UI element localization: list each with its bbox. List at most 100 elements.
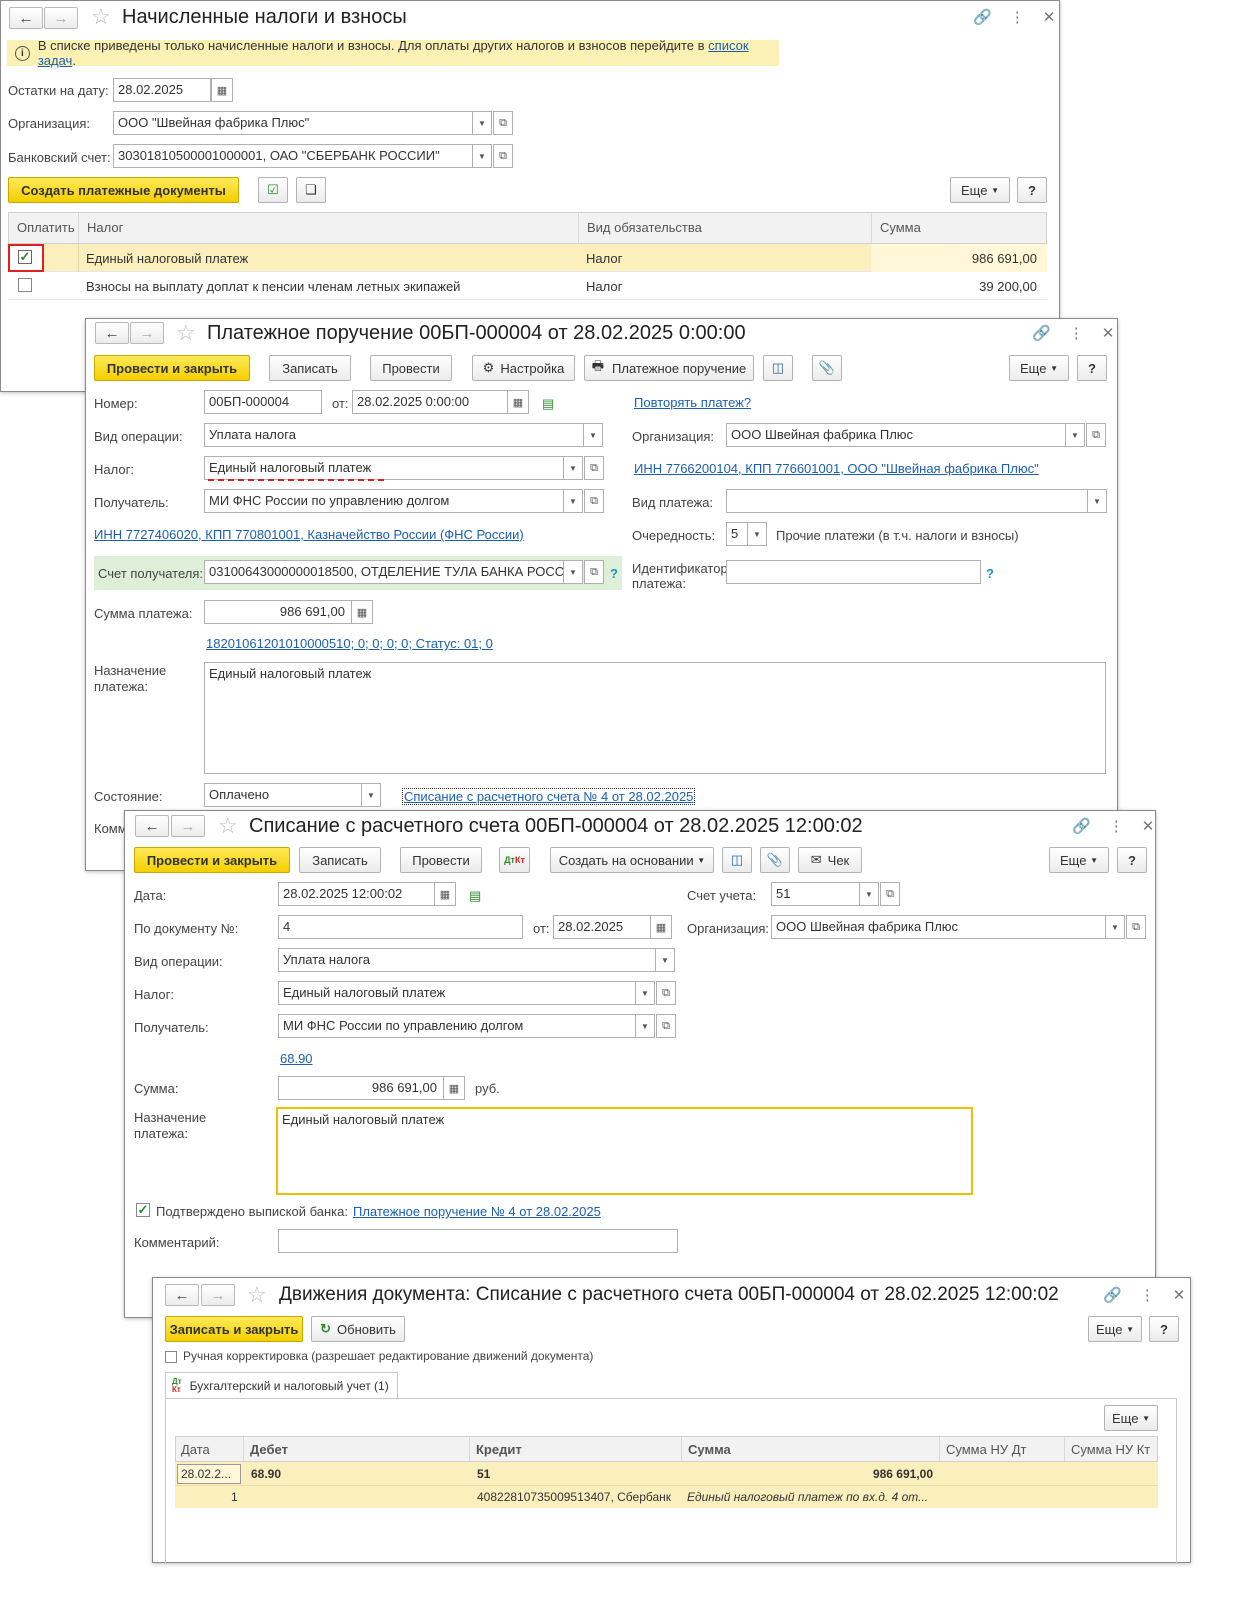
- identifier-help-icon[interactable]: ?: [986, 566, 994, 581]
- recipient-dropdown-icon[interactable]: ▼: [563, 489, 583, 513]
- payment-type-input[interactable]: [726, 489, 1088, 513]
- state-dropdown-icon[interactable]: ▼: [361, 783, 381, 807]
- org-open-icon[interactable]: ⧉: [493, 111, 513, 135]
- tab-accounting[interactable]: Дт Кт Бухгалтерский и налоговый учет (1): [165, 1372, 398, 1399]
- more-button[interactable]: Еще ▼: [1049, 847, 1109, 873]
- date-input[interactable]: 28.02.2025 12:00:02: [278, 882, 435, 906]
- operation-input[interactable]: Уплата налога: [204, 423, 584, 447]
- payment-order-link[interactable]: Платежное поручение № 4 от 28.02.2025: [353, 1204, 601, 1219]
- tax-dropdown-icon[interactable]: ▼: [563, 456, 583, 480]
- calculator-icon[interactable]: ▦: [443, 1076, 465, 1100]
- repeat-payment-link[interactable]: Повторять платеж?: [634, 395, 751, 410]
- check-button[interactable]: ✉ Чек: [798, 847, 862, 873]
- pay-checkbox[interactable]: [18, 278, 32, 292]
- save-and-close-button[interactable]: Записать и закрыть: [165, 1316, 303, 1342]
- col-kind[interactable]: Вид обязательства: [579, 213, 872, 243]
- structure-icon[interactable]: ◫: [763, 355, 793, 381]
- table-row[interactable]: ✓ Единый налоговый платеж Налог 986 691,…: [8, 244, 1047, 272]
- close-icon[interactable]: ✕: [1142, 817, 1155, 835]
- recipient-inn-link[interactable]: ИНН 7727406020, КПП 770801001, Казначейс…: [94, 527, 524, 542]
- post-button[interactable]: Провести: [370, 355, 452, 381]
- close-icon[interactable]: ✕: [1173, 1286, 1186, 1304]
- account-help-icon[interactable]: ?: [610, 566, 618, 581]
- purpose-textarea[interactable]: Единый налоговый платеж: [204, 662, 1106, 774]
- number-input[interactable]: 00БП-000004: [204, 390, 322, 414]
- bank-dropdown-icon[interactable]: ▼: [472, 144, 492, 168]
- link-icon[interactable]: 🔗: [973, 8, 992, 26]
- priority-input[interactable]: 5: [726, 522, 748, 546]
- help-button[interactable]: ?: [1149, 1316, 1179, 1342]
- priority-dropdown-icon[interactable]: ▼: [747, 522, 767, 546]
- recipient-dropdown-icon[interactable]: ▼: [635, 1014, 655, 1038]
- close-icon[interactable]: ✕: [1043, 8, 1056, 26]
- date-input[interactable]: 28.02.2025: [113, 78, 211, 102]
- account-dropdown-icon[interactable]: ▼: [563, 560, 583, 584]
- doc-number-input[interactable]: 4: [278, 915, 523, 939]
- more-button[interactable]: Еще ▼: [950, 177, 1010, 203]
- identifier-input[interactable]: [726, 560, 981, 584]
- col-pay[interactable]: Оплатить: [9, 213, 79, 243]
- more-vert-icon[interactable]: ⋮: [1140, 1286, 1155, 1304]
- sum-input[interactable]: 986 691,00: [278, 1076, 444, 1100]
- bank-confirmed-checkbox[interactable]: ✓: [136, 1202, 150, 1217]
- tax-dropdown-icon[interactable]: ▼: [635, 981, 655, 1005]
- link-icon[interactable]: 🔗: [1072, 817, 1091, 835]
- calendar-icon[interactable]: ▦: [507, 390, 529, 414]
- org-open-icon[interactable]: ⧉: [1126, 915, 1146, 939]
- back-button[interactable]: ←: [165, 1284, 199, 1306]
- col-sum-nu-kt[interactable]: Сумма НУ Кт: [1065, 1437, 1159, 1461]
- col-sum[interactable]: Сумма: [682, 1437, 940, 1461]
- link-icon[interactable]: 🔗: [1032, 324, 1051, 342]
- post-button[interactable]: Провести: [400, 847, 482, 873]
- history-icon[interactable]: ▤: [542, 396, 554, 412]
- copy-icon[interactable]: ❏: [296, 177, 326, 203]
- save-button[interactable]: Записать: [299, 847, 381, 873]
- account-dropdown-icon[interactable]: ▼: [859, 882, 879, 906]
- tax-input[interactable]: Единый налоговый платеж: [204, 456, 564, 480]
- calendar-icon[interactable]: ▦: [211, 78, 233, 102]
- recipient-input[interactable]: МИ ФНС России по управлению долгом: [278, 1014, 636, 1038]
- org-dropdown-icon[interactable]: ▼: [1105, 915, 1125, 939]
- back-button[interactable]: ←: [95, 322, 129, 344]
- forward-button[interactable]: →: [130, 322, 164, 344]
- forward-button[interactable]: →: [171, 815, 205, 837]
- help-button[interactable]: ?: [1017, 177, 1047, 203]
- col-sum[interactable]: Сумма: [872, 213, 1048, 243]
- forward-button[interactable]: →: [44, 7, 78, 29]
- account-open-icon[interactable]: ⧉: [584, 560, 604, 584]
- tab-more-button[interactable]: Еще ▼: [1104, 1405, 1158, 1431]
- back-button[interactable]: ←: [9, 7, 43, 29]
- print-payment-order-button[interactable]: 🖶 Платежное поручение: [584, 355, 754, 381]
- operation-input[interactable]: Уплата налога: [278, 948, 656, 972]
- favorite-star-icon[interactable]: ☆: [176, 322, 196, 344]
- writeoff-link[interactable]: Списание с расчетного счета № 4 от 28.02…: [402, 788, 696, 805]
- payment-type-dropdown-icon[interactable]: ▼: [1087, 489, 1107, 513]
- bank-input[interactable]: 30301810500001000001, ОАО "СБЕРБАНК РОСС…: [113, 144, 473, 168]
- manual-correction-checkbox[interactable]: [165, 1351, 177, 1363]
- col-sum-nu-dt[interactable]: Сумма НУ Дт: [940, 1437, 1065, 1461]
- create-payment-docs-button[interactable]: Создать платежные документы: [8, 177, 239, 203]
- pay-checkbox[interactable]: ✓: [18, 249, 32, 264]
- more-vert-icon[interactable]: ⋮: [1109, 817, 1124, 835]
- forward-button[interactable]: →: [201, 1284, 235, 1306]
- sum-input[interactable]: 986 691,00: [204, 600, 352, 624]
- operation-dropdown-icon[interactable]: ▼: [583, 423, 603, 447]
- history-icon[interactable]: ▤: [469, 888, 481, 904]
- refresh-button[interactable]: ↻ Обновить: [311, 1316, 405, 1342]
- settings-button[interactable]: ⚙ Настройка: [472, 355, 575, 381]
- recipient-open-icon[interactable]: ⧉: [656, 1014, 676, 1038]
- more-button[interactable]: Еще ▼: [1009, 355, 1069, 381]
- table-row[interactable]: 28.02.2... 68.90 51 986 691,00 1 4082281…: [175, 1462, 1158, 1508]
- account-input[interactable]: 51: [771, 882, 860, 906]
- back-button[interactable]: ←: [135, 815, 169, 837]
- create-based-on-button[interactable]: Создать на основании ▼: [550, 847, 714, 873]
- state-input[interactable]: Оплачено: [204, 783, 362, 807]
- tax-open-icon[interactable]: ⧉: [584, 456, 604, 480]
- col-tax[interactable]: Налог: [79, 213, 579, 243]
- table-row[interactable]: Взносы на выплату доплат к пенсии членам…: [8, 272, 1047, 300]
- more-vert-icon[interactable]: ⋮: [1010, 8, 1025, 26]
- calendar-icon[interactable]: ▦: [434, 882, 456, 906]
- close-icon[interactable]: ✕: [1102, 324, 1115, 342]
- link-icon[interactable]: 🔗: [1103, 1286, 1122, 1304]
- col-debit[interactable]: Дебет: [244, 1437, 470, 1461]
